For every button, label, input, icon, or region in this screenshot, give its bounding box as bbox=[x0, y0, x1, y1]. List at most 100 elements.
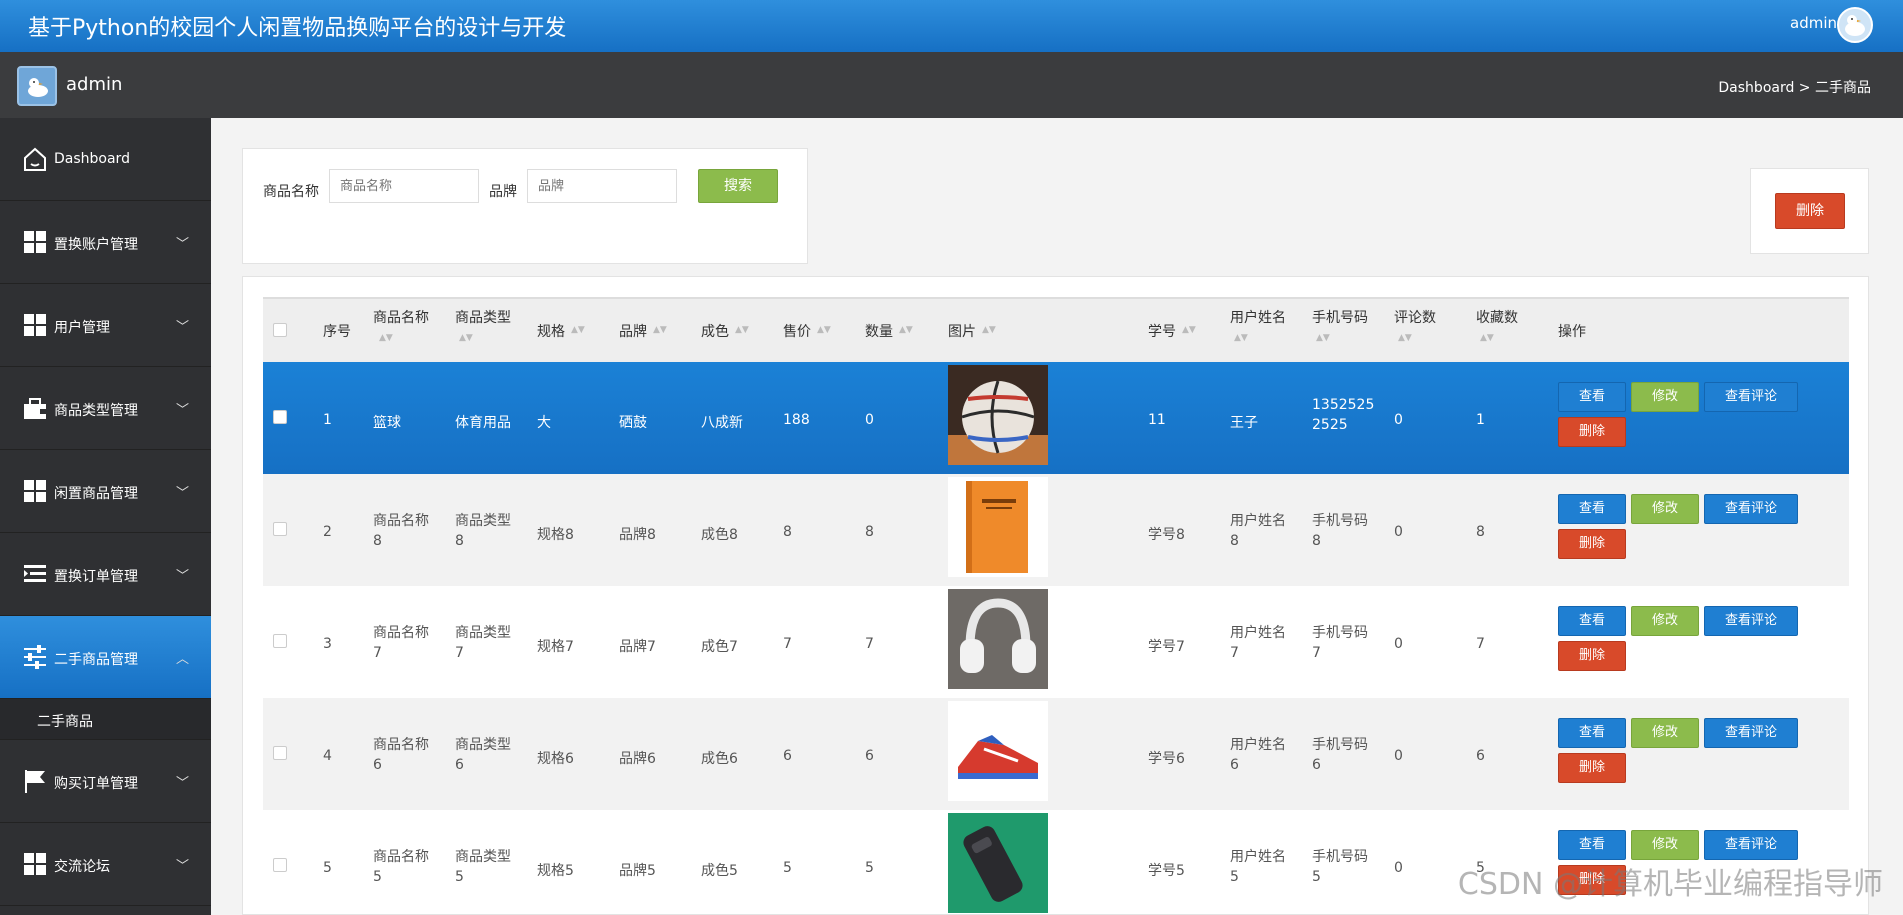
cell-no: 4 bbox=[323, 748, 332, 764]
app-title: 基于Python的校园个人闲置物品换购平台的设计与开发 bbox=[28, 16, 567, 41]
cell-username: 用户姓名 7 bbox=[1230, 625, 1286, 661]
cell-price: 7 bbox=[783, 636, 792, 652]
top-banner: 基于Python的校园个人闲置物品换购平台的设计与开发 admin bbox=[0, 0, 1903, 52]
name-search-input[interactable] bbox=[329, 169, 479, 203]
sidebar-item-product-types[interactable]: 商品类型管理 ﹀ bbox=[0, 367, 211, 450]
row-checkbox[interactable] bbox=[273, 634, 287, 648]
brand-search-input[interactable] bbox=[527, 169, 677, 203]
cell-phone: 手机号码 7 bbox=[1312, 625, 1368, 661]
view-reviews-button[interactable]: 查看评论 bbox=[1704, 494, 1798, 524]
cell-name: 商品名称 8 bbox=[373, 513, 429, 549]
view-reviews-button[interactable]: 查看评论 bbox=[1704, 718, 1798, 748]
cell-username: 王子 bbox=[1230, 415, 1258, 431]
book-image[interactable] bbox=[948, 477, 1048, 577]
cell-brand: 硒鼓 bbox=[619, 415, 647, 431]
basketball-image[interactable] bbox=[948, 365, 1048, 465]
edit-button[interactable]: 修改 bbox=[1631, 718, 1699, 748]
sidebar-item-label: 二手商品管理 bbox=[54, 652, 138, 668]
grid-icon bbox=[24, 853, 46, 875]
sort-icon: ▲▼ bbox=[1316, 333, 1330, 343]
sidebar-item-label: 购买订单管理 bbox=[54, 776, 138, 792]
cell-price: 188 bbox=[783, 412, 810, 428]
cell-student-id: 学号5 bbox=[1148, 863, 1185, 879]
view-button[interactable]: 查看 bbox=[1558, 494, 1626, 524]
sort-icon: ▲▼ bbox=[1398, 333, 1412, 343]
edit-button[interactable]: 修改 bbox=[1631, 830, 1699, 860]
cell-student-id: 学号6 bbox=[1148, 751, 1185, 767]
headphones-image[interactable] bbox=[948, 589, 1048, 689]
table-row[interactable]: 2 商品名称 8 商品类型 8 规格8 品牌8 成色8 8 8 学号8 用户姓名 8 … bbox=[263, 474, 1849, 586]
sidebar-item-exchange-orders[interactable]: 置换订单管理 ﹀ bbox=[0, 533, 211, 616]
avatar[interactable] bbox=[1837, 7, 1873, 43]
edit-button[interactable]: 修改 bbox=[1631, 494, 1699, 524]
sort-icon: ▲▼ bbox=[379, 333, 393, 343]
row-checkbox[interactable] bbox=[273, 522, 287, 536]
home-icon bbox=[24, 147, 46, 171]
cell-comments: 0 bbox=[1394, 524, 1403, 540]
view-button[interactable]: 查看 bbox=[1558, 382, 1626, 412]
search-panel: 商品名称 品牌 搜索 bbox=[242, 148, 808, 264]
cell-phone: 手机号码 6 bbox=[1312, 737, 1368, 773]
duck-logo-icon bbox=[17, 66, 57, 106]
delete-button[interactable]: 删除 bbox=[1558, 417, 1626, 447]
table-panel: 序号 商品名称 ▲▼ 商品类型 ▲▼ 规格 ▲▼ 品牌 ▲▼ 成色 ▲▼ 售价 ▲▼ 数量 ▲… bbox=[242, 276, 1869, 915]
table-row[interactable]: 1 篮球 体育用品 大 硒鼓 八成新 188 0 11 王子 1352525 2… bbox=[263, 362, 1849, 474]
view-button[interactable]: 查看 bbox=[1558, 830, 1626, 860]
cell-condition: 成色8 bbox=[701, 527, 738, 543]
sidebar-item-label: 置换订单管理 bbox=[54, 569, 138, 585]
sort-icon: ▲▼ bbox=[653, 325, 667, 335]
edit-button[interactable]: 修改 bbox=[1631, 382, 1699, 412]
cell-type: 体育用品 bbox=[455, 415, 511, 431]
cell-type: 商品类型 8 bbox=[455, 513, 511, 549]
chevron-down-icon: ﹀ bbox=[175, 859, 189, 874]
sidebar-item-idle-goods[interactable]: 闲置商品管理 ﹀ bbox=[0, 450, 211, 533]
search-button[interactable]: 搜索 bbox=[698, 169, 778, 203]
data-table: 序号 商品名称 ▲▼ 商品类型 ▲▼ 规格 ▲▼ 品牌 ▲▼ 成色 ▲▼ 售价 ▲▼ 数量 ▲… bbox=[263, 297, 1849, 915]
delete-button[interactable]: 删除 bbox=[1558, 641, 1626, 671]
chevron-down-icon: ﹀ bbox=[175, 403, 189, 418]
row-checkbox[interactable] bbox=[273, 410, 287, 424]
row-checkbox[interactable] bbox=[273, 858, 287, 872]
bulk-delete-button[interactable]: 删除 bbox=[1775, 193, 1845, 229]
edit-button[interactable]: 修改 bbox=[1631, 606, 1699, 636]
cell-username: 用户姓名 6 bbox=[1230, 737, 1286, 773]
sidebar-item-forum[interactable]: 交流论坛 ﹀ bbox=[0, 823, 211, 906]
table-row[interactable]: 3 商品名称 7 商品类型 7 规格7 品牌7 成色7 7 7 学号7 用户姓名 7 … bbox=[263, 586, 1849, 698]
cell-student-id: 学号7 bbox=[1148, 639, 1185, 655]
device-image[interactable] bbox=[948, 813, 1048, 913]
view-button[interactable]: 查看 bbox=[1558, 606, 1626, 636]
cell-spec: 规格5 bbox=[537, 863, 574, 879]
cell-name: 商品名称 5 bbox=[373, 849, 429, 885]
cell-condition: 八成新 bbox=[701, 415, 743, 431]
sidebar-item-label: 用户管理 bbox=[54, 320, 110, 336]
sidebar-username: admin bbox=[66, 74, 123, 95]
sidebar-item-exchange-accounts[interactable]: 置换账户管理 ﹀ bbox=[0, 201, 211, 284]
cell-condition: 成色7 bbox=[701, 639, 738, 655]
cell-favorites: 6 bbox=[1476, 748, 1485, 764]
top-username[interactable]: admin bbox=[1790, 14, 1837, 32]
view-button[interactable]: 查看 bbox=[1558, 718, 1626, 748]
view-reviews-button[interactable]: 查看评论 bbox=[1704, 606, 1798, 636]
cell-favorites: 8 bbox=[1476, 524, 1485, 540]
sidebar-item-users[interactable]: 用户管理 ﹀ bbox=[0, 284, 211, 367]
delete-button[interactable]: 删除 bbox=[1558, 753, 1626, 783]
watermark: CSDN @计算机毕业编程指导师 bbox=[1457, 867, 1883, 902]
submenu-item-secondhand[interactable]: 二手商品 bbox=[0, 699, 211, 740]
chevron-down-icon: ﹀ bbox=[175, 486, 189, 501]
sidebar-item-secondhand[interactable]: 二手商品管理 ︿ bbox=[0, 616, 211, 699]
delete-button[interactable]: 删除 bbox=[1558, 529, 1626, 559]
select-all-checkbox[interactable] bbox=[273, 323, 287, 337]
view-reviews-button[interactable]: 查看评论 bbox=[1704, 830, 1798, 860]
shoe-image[interactable] bbox=[948, 701, 1048, 801]
breadcrumb[interactable]: Dashboard > 二手商品 bbox=[1718, 77, 1871, 97]
sidebar-item-purchase-orders[interactable]: 购买订单管理 ﹀ bbox=[0, 740, 211, 823]
list-icon bbox=[24, 565, 46, 582]
chevron-up-icon: ︿ bbox=[175, 652, 189, 667]
sidebar-item-label: 交流论坛 bbox=[54, 859, 110, 875]
chevron-down-icon: ﹀ bbox=[175, 776, 189, 791]
sort-icon: ▲▼ bbox=[571, 325, 585, 335]
view-reviews-button[interactable]: 查看评论 bbox=[1704, 382, 1798, 412]
row-checkbox[interactable] bbox=[273, 746, 287, 760]
sidebar-item-dashboard[interactable]: Dashboard bbox=[0, 118, 211, 201]
table-row[interactable]: 4 商品名称 6 商品类型 6 规格6 品牌6 成色6 6 6 学号6 用户姓名 6 … bbox=[263, 698, 1849, 810]
